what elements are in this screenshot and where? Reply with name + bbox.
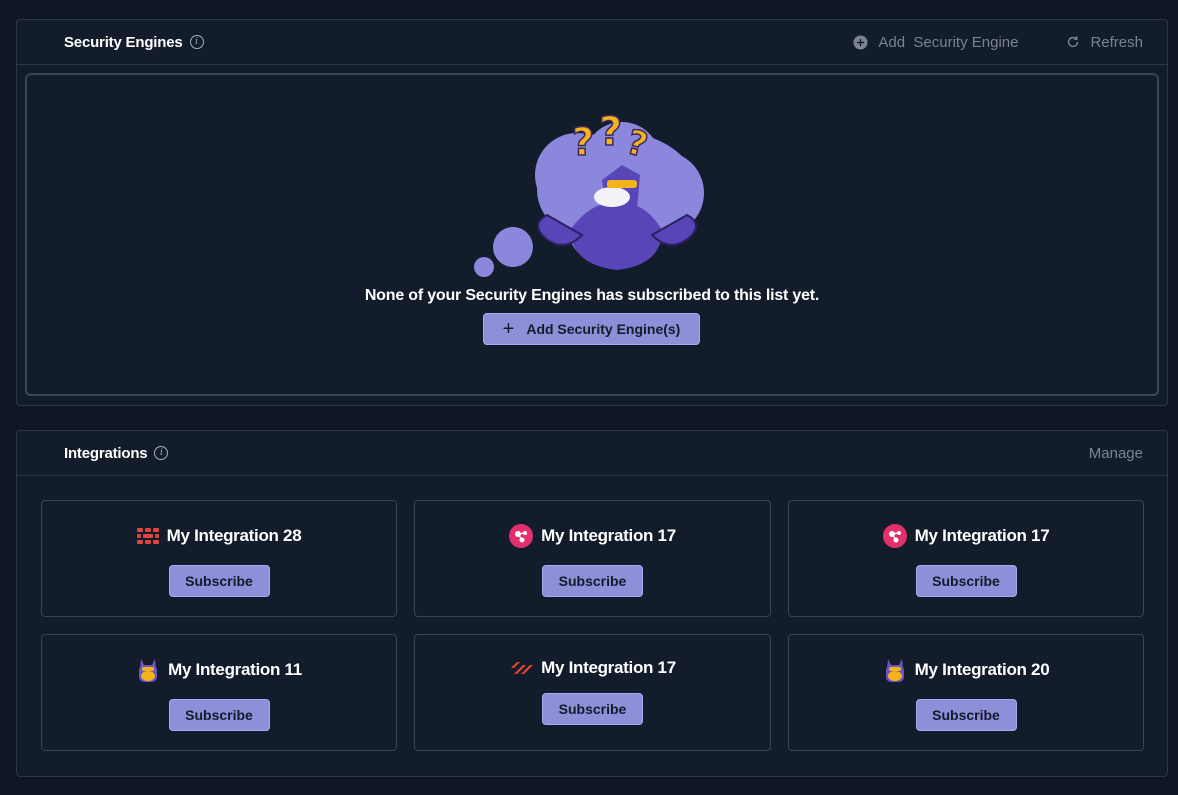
mascot-icon bbox=[883, 657, 907, 683]
manage-link[interactable]: Manage bbox=[1089, 445, 1143, 462]
info-icon[interactable]: i bbox=[189, 35, 204, 49]
refresh-icon bbox=[1066, 35, 1080, 49]
empty-state-message: None of your Security Engines has subscr… bbox=[364, 287, 820, 304]
subscribe-button[interactable]: Subscribe bbox=[542, 565, 643, 597]
security-engines-panel: Security Engines i Add Security Engine R… bbox=[16, 19, 1168, 406]
mascot-icon bbox=[136, 657, 160, 683]
pink-circle-icon bbox=[882, 524, 907, 548]
subscribe-button[interactable]: Subscribe bbox=[168, 699, 270, 731]
integrations-header: Integrations i Manage bbox=[17, 431, 1167, 476]
subscribe-button[interactable]: Subscribe bbox=[542, 693, 643, 725]
integration-card: My Integration 28 Subscribe bbox=[41, 500, 397, 617]
refresh-label: Refresh bbox=[1090, 33, 1143, 51]
confused-mascot-illustration: ? ? ? bbox=[472, 105, 722, 285]
integration-name: My Integration 17 bbox=[914, 526, 1050, 545]
security-engines-header: Security Engines i Add Security Engine R… bbox=[17, 20, 1167, 65]
paloalto-icon bbox=[509, 660, 534, 676]
pink-circle-icon bbox=[509, 524, 534, 548]
svg-text:?: ? bbox=[572, 120, 594, 164]
empty-state: ? ? ? None of your Security Engines has … bbox=[25, 73, 1159, 396]
info-icon[interactable]: i bbox=[154, 446, 169, 460]
security-engines-title: Security Engines bbox=[64, 33, 183, 51]
add-security-engines-button[interactable]: + Add Security Engine(s) bbox=[483, 313, 700, 345]
integration-card: My Integration 17 Subscribe bbox=[414, 500, 771, 617]
svg-text:?: ? bbox=[599, 109, 622, 155]
subscribe-button[interactable]: Subscribe bbox=[915, 699, 1017, 731]
integration-card: My Integration 17 Subscribe bbox=[788, 500, 1144, 617]
firewall-grid-icon bbox=[136, 528, 159, 544]
integration-card: My Integration 11 Subscribe bbox=[41, 634, 397, 751]
integration-name: My Integration 28 bbox=[166, 526, 302, 545]
plus-circle-icon bbox=[853, 35, 868, 50]
subscribe-button[interactable]: Subscribe bbox=[915, 565, 1017, 597]
integrations-title: Integrations bbox=[64, 444, 148, 462]
manage-label: Manage bbox=[1088, 444, 1143, 462]
add-security-engines-label: Add Security Engine(s) bbox=[526, 321, 681, 337]
integrations-panel: Integrations i Manage My Integration 28 … bbox=[16, 430, 1168, 777]
integration-card: My Integration 20 Subscribe bbox=[788, 634, 1144, 751]
add-security-engine-label: Add Security Engine bbox=[878, 33, 1019, 51]
plus-icon: + bbox=[502, 318, 515, 340]
integration-card: My Integration 17 Subscribe bbox=[414, 634, 771, 751]
integration-name: My Integration 17 bbox=[541, 658, 676, 677]
refresh-button[interactable]: Refresh bbox=[1066, 34, 1143, 51]
integration-name: My Integration 11 bbox=[168, 660, 302, 679]
add-security-engine-link[interactable]: Add Security Engine bbox=[853, 34, 1018, 51]
integration-name: My Integration 20 bbox=[914, 660, 1050, 679]
integration-name: My Integration 17 bbox=[541, 526, 676, 545]
integration-cards: My Integration 28 Subscribe My Integrati… bbox=[41, 500, 1144, 751]
subscribe-button[interactable]: Subscribe bbox=[168, 565, 270, 597]
